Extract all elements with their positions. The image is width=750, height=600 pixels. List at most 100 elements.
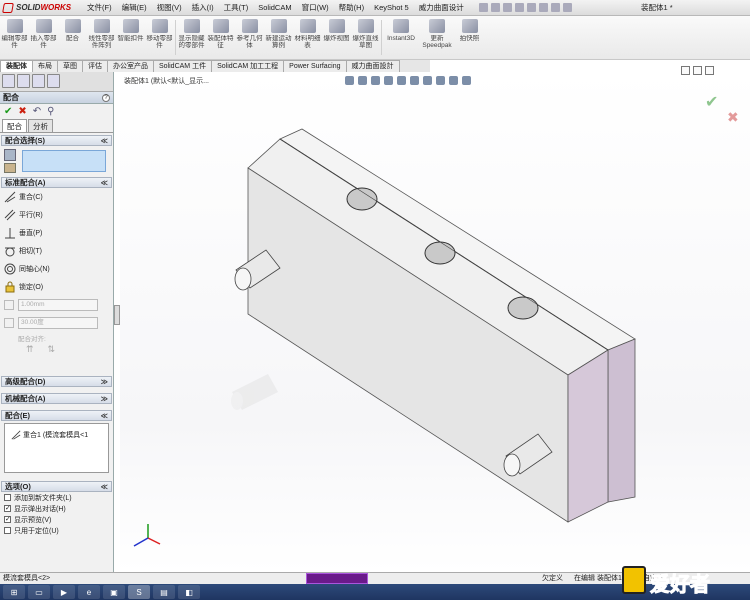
tab-layout[interactable]: 布局 — [32, 60, 58, 72]
aligned-icon[interactable]: ⇈ — [26, 344, 34, 358]
tab-assembly[interactable]: 装配体 — [0, 60, 33, 72]
tab-power-surface-design[interactable]: 威力曲面設計 — [345, 60, 400, 72]
ok-check-icon[interactable]: ✔ — [4, 106, 12, 117]
mate-parallel[interactable]: 平行(R) — [0, 206, 113, 224]
save-icon[interactable] — [502, 3, 512, 12]
confirm-ok-icon[interactable]: ✔ — [705, 92, 718, 112]
checkbox[interactable] — [4, 494, 11, 501]
mate-coincident[interactable]: 重合(C) — [0, 188, 113, 206]
menu-window[interactable]: 窗口(W) — [297, 0, 334, 16]
option-show-preview[interactable]: ✓ 显示预览(V) — [0, 514, 113, 525]
mate-concentric[interactable]: 同轴心(N) — [0, 260, 113, 278]
undo-icon[interactable]: ↶ — [33, 106, 41, 117]
menu-tools[interactable]: 工具(T) — [219, 0, 254, 16]
exploded-view-button[interactable]: 爆炸视图 — [322, 16, 351, 60]
rebuild-icon[interactable] — [550, 3, 560, 12]
menu-solidcam[interactable]: SolidCAM — [253, 0, 296, 16]
graphics-viewport[interactable] — [120, 72, 750, 572]
show-hidden-button[interactable]: 显示隐藏的零部件 — [177, 16, 206, 60]
move-component-button[interactable]: 移动零部件 — [145, 16, 174, 60]
menu-view[interactable]: 视图(V) — [152, 0, 187, 16]
close-window-icon[interactable] — [705, 66, 714, 75]
taskbar-app3-icon[interactable]: ◧ — [178, 585, 200, 599]
property-manager-icon[interactable] — [17, 74, 30, 88]
bom-button[interactable]: 材料明细表 — [293, 16, 322, 60]
feature-tree-crumb[interactable]: 装配体1 (默认<默认_显示... — [124, 76, 209, 86]
tab-office-products[interactable]: 办公室产品 — [107, 60, 154, 72]
mate-button[interactable]: 配合 — [58, 16, 87, 60]
mate-perpendicular[interactable]: 垂直(P) — [0, 224, 113, 242]
print-icon[interactable] — [514, 3, 524, 12]
option-show-popup[interactable]: ✓ 显示弹出对话(H) — [0, 503, 113, 514]
instant3d-button[interactable]: Instant3D — [383, 16, 419, 60]
taskbar-explorer-icon[interactable]: ▭ — [28, 585, 50, 599]
help-icon[interactable]: ? — [102, 93, 110, 102]
taskbar-ie-icon[interactable]: e — [78, 585, 100, 599]
mate-selection-group[interactable]: 配合选择(S) ≪ — [1, 135, 112, 146]
zoom-area-icon[interactable] — [358, 76, 367, 85]
menu-keyshot[interactable]: KeyShot 5 — [369, 0, 414, 16]
checkbox[interactable]: ✓ — [4, 516, 11, 523]
menu-file[interactable]: 文件(F) — [82, 0, 117, 16]
mates-list-box[interactable]: 重合1 (模流套模具<1 — [4, 423, 109, 473]
taskbar-app-icon[interactable]: ▣ — [103, 585, 125, 599]
smart-fastener-button[interactable]: 智能扣件 — [116, 16, 145, 60]
standard-mates-group[interactable]: 标准配合(A) ≪ — [1, 177, 112, 188]
confirm-cancel-icon[interactable]: ✖ — [727, 109, 739, 126]
mate-tangent[interactable]: 相切(T) — [0, 242, 113, 260]
new-icon[interactable] — [478, 3, 488, 12]
linear-pattern-button[interactable]: 线性零部件阵列 — [87, 16, 116, 60]
tab-solidcam-machining[interactable]: SolidCAM 加工工程 — [211, 60, 285, 72]
scene-icon[interactable] — [449, 76, 458, 85]
select-icon[interactable] — [538, 3, 548, 12]
checkbox[interactable] — [4, 527, 11, 534]
mechanical-mates-group[interactable]: 机械配合(A) ≫ — [1, 393, 112, 404]
section-view-icon[interactable] — [384, 76, 393, 85]
menu-edit[interactable]: 编辑(E) — [117, 0, 152, 16]
distance-input[interactable]: 1.00mm — [18, 299, 98, 311]
option-add-to-folder[interactable]: 添加到新文件夹(L) — [0, 492, 113, 503]
tab-sketch[interactable]: 草图 — [57, 60, 83, 72]
mate-lock[interactable]: 锁定(O) — [0, 278, 113, 296]
mate-list-item[interactable]: 重合1 (模流套模具<1 — [11, 430, 88, 440]
advanced-mates-group[interactable]: 高级配合(D) ≫ — [1, 376, 112, 387]
configuration-icon[interactable] — [32, 74, 45, 88]
options-icon[interactable] — [562, 3, 572, 12]
motion-study-button[interactable]: 新建运动算例 — [264, 16, 293, 60]
options-group[interactable]: 选项(O) ≪ — [1, 481, 112, 492]
hide-show-icon[interactable] — [423, 76, 432, 85]
display-style-icon[interactable] — [410, 76, 419, 85]
edit-component-button[interactable]: 编辑零部件 — [0, 16, 29, 60]
feature-tree-icon[interactable] — [2, 74, 15, 88]
tab-power-surfacing[interactable]: Power Surfacing — [283, 60, 347, 72]
tab-analysis[interactable]: 分析 — [28, 119, 53, 132]
cancel-x-icon[interactable]: ✖ — [18, 106, 26, 117]
taskbar-solidworks-icon[interactable]: S — [128, 585, 150, 599]
anti-aligned-icon[interactable]: ⇅ — [48, 344, 56, 358]
menu-help[interactable]: 帮助(H) — [334, 0, 369, 16]
view-settings-icon[interactable] — [462, 76, 471, 85]
insert-component-button[interactable]: 插入零部件 — [29, 16, 58, 60]
mate-selection-list[interactable] — [22, 150, 106, 172]
tab-evaluate[interactable]: 评估 — [82, 60, 108, 72]
snapshot-button[interactable]: 拍快照 — [455, 16, 484, 60]
minimize-icon[interactable] — [681, 66, 690, 75]
restore-icon[interactable] — [693, 66, 702, 75]
reference-geometry-button[interactable]: 参考几何体 — [235, 16, 264, 60]
tab-mates[interactable]: 配合 — [2, 119, 27, 132]
zoom-fit-icon[interactable] — [345, 76, 354, 85]
speedpak-button[interactable]: 更新Speedpak — [419, 16, 455, 60]
previous-view-icon[interactable] — [371, 76, 380, 85]
start-button[interactable]: ⊞ — [3, 585, 25, 599]
tab-solidcam-part[interactable]: SolidCAM 工件 — [153, 60, 213, 72]
pushpin-icon[interactable]: ⚲ — [47, 106, 54, 117]
undo-icon[interactable] — [526, 3, 536, 12]
appearance-icon[interactable] — [47, 74, 60, 88]
mates-list-group[interactable]: 配合(E) ≪ — [1, 410, 112, 421]
checkbox[interactable]: ✓ — [4, 505, 11, 512]
option-positioning-only[interactable]: 只用于定位(U) — [0, 525, 113, 536]
menu-insert[interactable]: 插入(I) — [187, 0, 219, 16]
view-orientation-icon[interactable] — [397, 76, 406, 85]
menu-power-surface[interactable]: 威力曲面设计 — [414, 0, 469, 16]
edit-appearance-icon[interactable] — [436, 76, 445, 85]
